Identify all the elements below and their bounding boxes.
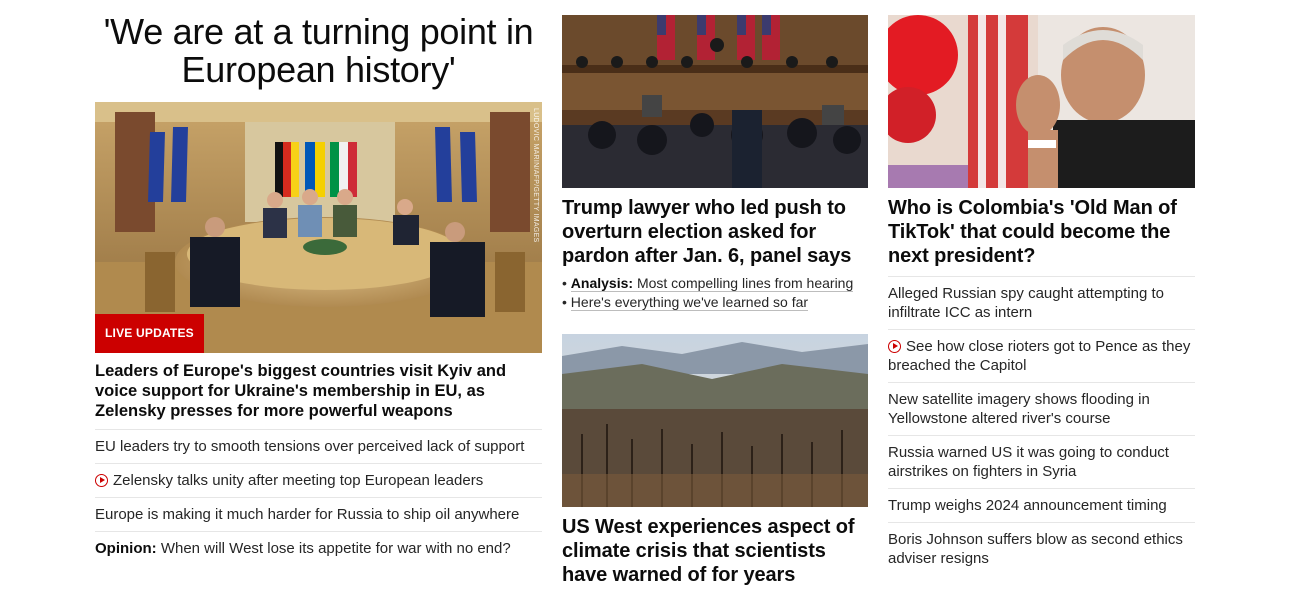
story-bullets: • Analysis: Most compelling lines from h… (562, 274, 868, 312)
list-item[interactable]: See how close rioters got to Pence as th… (888, 329, 1195, 382)
right-column: Who is Colombia's 'Old Man of TikTok' th… (888, 0, 1195, 575)
lead-headline[interactable]: Leaders of Europe's biggest countries vi… (95, 361, 542, 421)
lead-title[interactable]: 'We are at a turning point in European h… (95, 13, 542, 89)
list-item[interactable]: Alleged Russian spy caught attempting to… (888, 276, 1195, 329)
lead-image[interactable]: LUDOVIC MARIN/AFP/GETTY IMAGES LIVE UPDA… (95, 102, 542, 353)
list-item[interactable]: Zelensky talks unity after meeting top E… (95, 463, 542, 497)
bullet-item[interactable]: • Analysis: Most compelling lines from h… (562, 274, 868, 293)
story-headline-us-west[interactable]: US West experiences aspect of climate cr… (562, 515, 868, 587)
list-item-text: Russia warned US it was going to conduct… (888, 444, 1169, 480)
lead-column: 'We are at a turning point in European h… (95, 0, 542, 565)
list-item-text: Boris Johnson suffers blow as second eth… (888, 531, 1183, 567)
list-item[interactable]: Boris Johnson suffers blow as second eth… (888, 522, 1195, 575)
list-item-text: Zelensky talks unity after meeting top E… (113, 472, 484, 489)
list-item-text: Europe is making it much harder for Russ… (95, 506, 520, 523)
story-headline-colombia[interactable]: Who is Colombia's 'Old Man of TikTok' th… (888, 196, 1195, 268)
list-item-opinion[interactable]: Opinion: When will West lose its appetit… (95, 531, 542, 565)
play-video-icon (888, 340, 901, 353)
live-updates-badge[interactable]: LIVE UPDATES (95, 314, 204, 353)
list-item[interactable]: Russia warned US it was going to conduct… (888, 435, 1195, 488)
analysis-label: Analysis: (570, 275, 634, 291)
opinion-text: When will West lose its appetite for war… (160, 540, 511, 557)
bullet-text: Most compelling lines from hearing (636, 275, 854, 291)
lead-related-list: EU leaders try to smooth tensions over p… (95, 429, 542, 565)
middle-column: Trump lawyer who led push to overturn el… (562, 0, 868, 587)
list-item[interactable]: New satellite imagery shows flooding in … (888, 382, 1195, 435)
bullet-text: Here's everything we've learned so far (570, 294, 809, 311)
right-headline-list: Alleged Russian spy caught attempting to… (888, 276, 1195, 575)
colombia-image[interactable] (888, 15, 1195, 188)
bullet-item[interactable]: • Here's everything we've learned so far (562, 293, 868, 312)
play-video-icon (95, 474, 108, 487)
list-item[interactable]: EU leaders try to smooth tensions over p… (95, 429, 542, 463)
list-item[interactable]: Europe is making it much harder for Russ… (95, 497, 542, 531)
list-item-text: Trump weighs 2024 announcement timing (888, 497, 1167, 514)
story-headline-trump-lawyer[interactable]: Trump lawyer who led push to overturn el… (562, 196, 868, 268)
list-item-text: EU leaders try to smooth tensions over p… (95, 438, 525, 455)
list-item-text: Alleged Russian spy caught attempting to… (888, 285, 1164, 321)
list-item-text: See how close rioters got to Pence as th… (888, 338, 1191, 374)
list-item-text: New satellite imagery shows flooding in … (888, 391, 1150, 427)
hearing-image[interactable] (562, 15, 868, 188)
image-credit: LUDOVIC MARIN/AFP/GETTY IMAGES (532, 108, 539, 243)
wildfire-image[interactable] (562, 334, 868, 507)
opinion-label: Opinion: (95, 540, 157, 557)
list-item[interactable]: Trump weighs 2024 announcement timing (888, 488, 1195, 522)
